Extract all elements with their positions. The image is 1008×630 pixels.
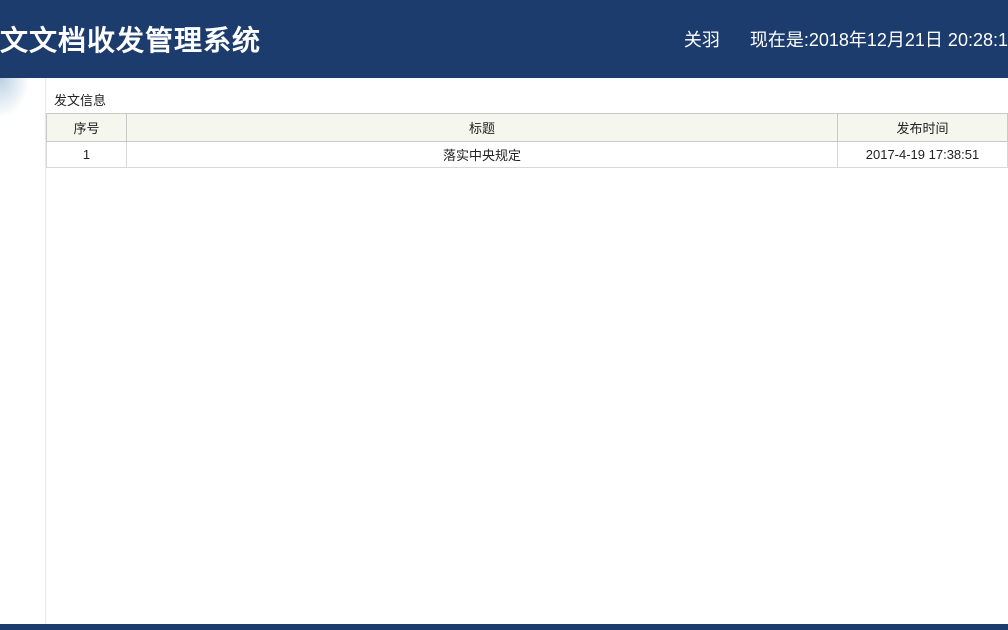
app-header: 文文档收发管理系统 关羽 现在是: 2018年12月21日 20:28:1 — [0, 0, 1008, 78]
current-user: 关羽 — [684, 26, 720, 52]
now-label: 现在是: — [750, 26, 809, 52]
table-row[interactable]: 1 落实中央规定 2017-4-19 17:38:51 — [47, 142, 1008, 168]
table-header-row: 序号 标题 发布时间 — [47, 114, 1008, 142]
cell-seq: 1 — [47, 142, 127, 168]
body-area: 发文信息 序号 标题 发布时间 1 落实中央规定 2017-4-19 17:38… — [0, 78, 1008, 630]
sidebar-decoration — [0, 78, 30, 118]
footer-border — [0, 624, 1008, 630]
cell-time: 2017-4-19 17:38:51 — [838, 142, 1008, 168]
content-area: 发文信息 序号 标题 发布时间 1 落实中央规定 2017-4-19 17:38… — [46, 78, 1008, 630]
data-table: 序号 标题 发布时间 1 落实中央规定 2017-4-19 17:38:51 — [46, 113, 1008, 168]
col-header-seq[interactable]: 序号 — [47, 114, 127, 142]
sidebar — [0, 78, 46, 630]
col-header-title[interactable]: 标题 — [127, 114, 838, 142]
app-title: 文文档收发管理系统 — [0, 19, 261, 59]
cell-title[interactable]: 落实中央规定 — [127, 142, 838, 168]
header-right: 关羽 现在是: 2018年12月21日 20:28:1 — [684, 26, 1008, 52]
now-time: 2018年12月21日 20:28:1 — [809, 26, 1008, 52]
panel-title: 发文信息 — [46, 90, 1008, 113]
col-header-time[interactable]: 发布时间 — [838, 114, 1008, 142]
